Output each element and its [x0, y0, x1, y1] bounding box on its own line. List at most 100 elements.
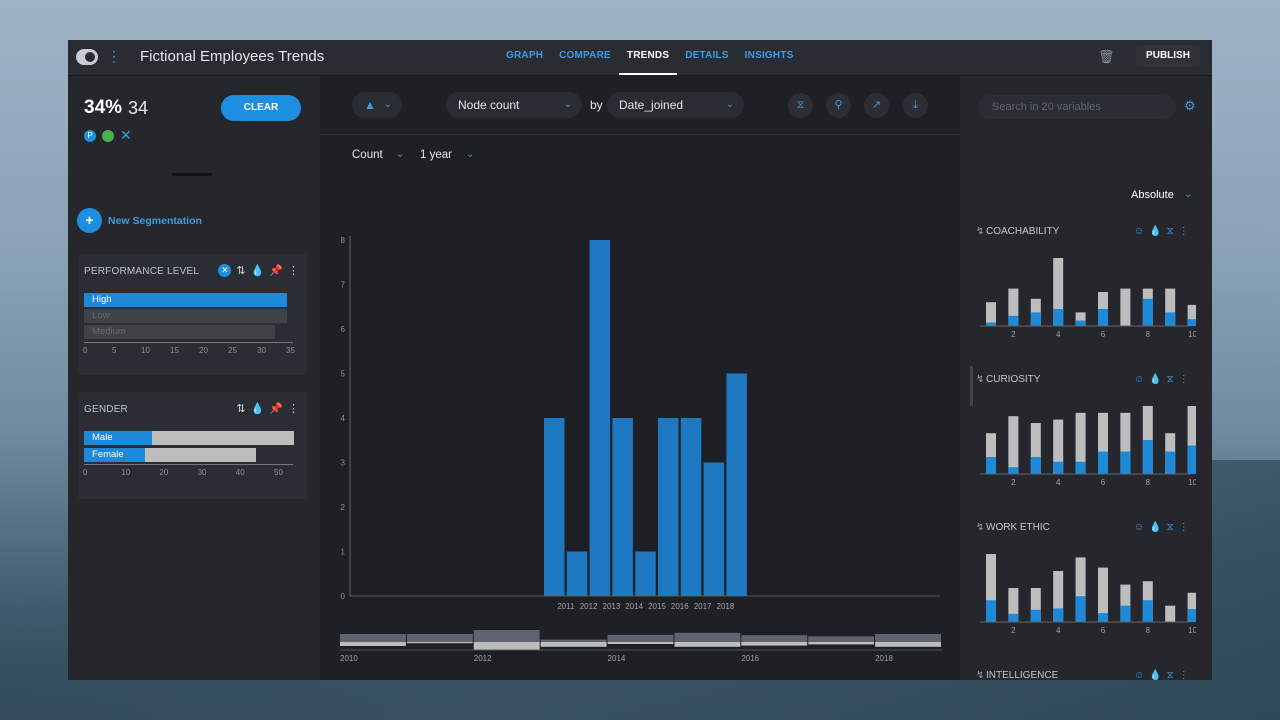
- sort-icon[interactable]: ⇅: [236, 264, 245, 277]
- emotion-icon[interactable]: ☺: [1134, 522, 1144, 533]
- gender-filter-card: GENDER ⇅ 💧 📌 ⋮ Male Female 0 10 20 30 40 50: [78, 392, 307, 499]
- variable-title[interactable]: WORK ETHIC: [986, 522, 1050, 533]
- variable-title[interactable]: COACHABILITY: [986, 226, 1059, 237]
- x-tick-label: 2016: [671, 602, 689, 611]
- project-title[interactable]: Fictional Employees Trends: [140, 48, 324, 65]
- more-icon[interactable]: ⋮: [288, 264, 299, 277]
- histogram-tick-label: 2: [1011, 626, 1016, 635]
- publish-button[interactable]: PUBLISH: [1136, 45, 1200, 67]
- left-panel: 34% 34 CLEAR P ✕ + New Segmentation PERF…: [68, 76, 320, 680]
- histogram-bar-total: [986, 302, 996, 326]
- chart-bar: [680, 418, 702, 596]
- variable-tools: ☺ 💧 ⧖ ⋮: [1134, 226, 1189, 237]
- more-icon[interactable]: ⋮: [1179, 522, 1189, 533]
- emotion-icon[interactable]: ☺: [1134, 374, 1144, 385]
- chart-bar: [703, 462, 725, 596]
- y-tick-label: 0: [341, 592, 346, 601]
- app-menu-icon[interactable]: ⋮: [107, 48, 121, 65]
- tab-compare[interactable]: COMPARE: [551, 40, 619, 75]
- gender-filter-icon[interactable]: [102, 129, 114, 142]
- color-drop-icon[interactable]: 💧: [1149, 374, 1161, 385]
- filter-icon[interactable]: ⧖: [1167, 374, 1174, 385]
- group-by-dropdown[interactable]: Date_joined ⌄: [607, 92, 744, 118]
- variable-histogram[interactable]: 2 4 6 8 10: [976, 248, 1196, 348]
- variable-title[interactable]: INTELLIGENCE: [986, 670, 1058, 680]
- close-icon[interactable]: ✕: [120, 127, 132, 144]
- chart-type-dropdown[interactable]: ▲ ⌄: [352, 92, 402, 118]
- tab-details[interactable]: DETAILS: [677, 40, 736, 75]
- color-drop-icon[interactable]: 💧: [251, 402, 265, 415]
- filter-icon[interactable]: ⧖: [1167, 522, 1174, 533]
- clear-filter-icon[interactable]: ✕: [218, 264, 232, 277]
- color-drop-icon[interactable]: 💧: [1149, 670, 1161, 680]
- histogram-bar-selected: [1120, 451, 1131, 474]
- variable-search-input[interactable]: Search in 20 variables: [978, 95, 1176, 119]
- histogram-bar-selected: [1053, 309, 1064, 326]
- by-label: by: [590, 98, 603, 112]
- new-segmentation-button[interactable]: + New Segmentation: [77, 208, 202, 233]
- variable-title[interactable]: CURIOSITY: [986, 374, 1040, 385]
- mode-dropdown[interactable]: Absolute: [1131, 189, 1174, 201]
- trash-icon[interactable]: 🗑: [1098, 49, 1115, 65]
- histogram-bar-selected: [1142, 298, 1153, 326]
- interval-dropdown[interactable]: 1 year: [420, 149, 452, 161]
- pin-icon[interactable]: 📌: [269, 402, 283, 415]
- histogram-bar-selected: [1008, 467, 1019, 474]
- more-icon[interactable]: ⋮: [1179, 670, 1189, 680]
- axis-tick-label: 0: [83, 346, 88, 355]
- timeline-bar: [473, 630, 540, 642]
- toolbar-separator: [320, 134, 960, 135]
- performance-bar-low[interactable]: Low: [84, 309, 287, 323]
- emotion-icon[interactable]: ☺: [1134, 226, 1144, 237]
- chevron-down-icon[interactable]: ⌄: [396, 149, 404, 160]
- axis-tick-label: 15: [170, 346, 179, 355]
- filter-icon[interactable]: ⧖: [788, 93, 813, 118]
- performance-bar-medium[interactable]: Medium: [84, 325, 275, 339]
- gear-icon[interactable]: ⚙: [1184, 98, 1196, 114]
- color-drop-icon[interactable]: 💧: [1149, 226, 1161, 237]
- color-drop-icon[interactable]: 💧: [1149, 522, 1161, 533]
- chevron-down-icon[interactable]: ⌄: [1184, 189, 1192, 200]
- more-icon[interactable]: ⋮: [288, 402, 299, 415]
- emotion-icon[interactable]: ☺: [1134, 670, 1144, 680]
- gender-bar-female[interactable]: Female: [84, 448, 256, 462]
- histogram-bar-selected: [1030, 312, 1041, 326]
- plus-icon: +: [77, 208, 102, 233]
- timeline-bar: [540, 639, 607, 642]
- pin-icon[interactable]: ⚲: [826, 93, 851, 118]
- download-icon[interactable]: ⤓: [903, 93, 928, 118]
- histogram-bar-selected: [1030, 457, 1041, 474]
- histogram-bar-selected: [986, 600, 996, 622]
- chart-bar: [566, 551, 588, 596]
- axis-tick-label: 10: [121, 468, 131, 477]
- variable-histogram[interactable]: 2 4 6 8 10: [976, 396, 1196, 496]
- sort-icon[interactable]: ⇅: [236, 402, 245, 415]
- timeline-bar: [741, 635, 808, 642]
- metric-dropdown[interactable]: Node count ⌄: [446, 92, 582, 118]
- trend-icon[interactable]: ↗: [864, 93, 889, 118]
- gender-bar-male[interactable]: Male: [84, 431, 294, 445]
- pin-icon[interactable]: 📌: [269, 264, 283, 277]
- chevron-down-icon: ⌄: [383, 99, 392, 110]
- divider-handle[interactable]: [172, 173, 212, 176]
- variable-histogram[interactable]: 2 4 6 8 10: [976, 544, 1196, 644]
- more-icon[interactable]: ⋮: [1179, 374, 1189, 385]
- tab-graph[interactable]: GRAPH: [498, 40, 551, 75]
- filter-icon[interactable]: ⧖: [1167, 670, 1174, 680]
- gender-card-tools: ⇅ 💧 📌 ⋮: [236, 402, 299, 415]
- more-icon[interactable]: ⋮: [1179, 226, 1189, 237]
- axis-tick-label: 5: [112, 346, 117, 355]
- performance-bar-high[interactable]: High: [84, 293, 287, 307]
- aggregation-dropdown[interactable]: Count: [352, 149, 383, 161]
- chevron-down-icon[interactable]: ⌄: [466, 149, 474, 160]
- color-drop-icon[interactable]: 💧: [251, 264, 265, 277]
- performance-filter-icon[interactable]: P: [84, 129, 96, 142]
- timeline-brush[interactable]: 2010 2012 2014 2016 2018: [320, 624, 960, 674]
- app-logo-icon[interactable]: [76, 49, 98, 65]
- scrollbar-handle[interactable]: [970, 366, 973, 406]
- clear-button[interactable]: CLEAR: [221, 95, 301, 121]
- tab-trends[interactable]: TRENDS: [618, 40, 678, 75]
- filter-icon[interactable]: ⧖: [1167, 226, 1174, 237]
- axis-tick-label: 50: [274, 468, 283, 477]
- tab-insights[interactable]: INSIGHTS: [737, 40, 802, 75]
